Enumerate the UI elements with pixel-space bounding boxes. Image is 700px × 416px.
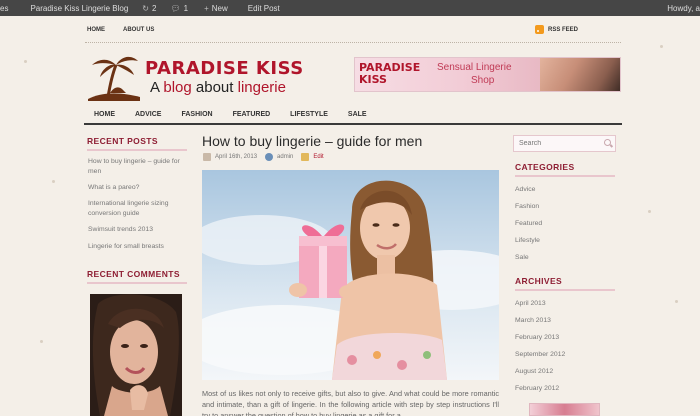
main-nav-home[interactable]: HOME: [94, 111, 115, 118]
recent-posts-list: How to buy lingerie – guide for men What…: [88, 157, 188, 252]
site-logo[interactable]: PARADISE KISS A blog about lingerie: [86, 53, 304, 101]
main-nav-sale[interactable]: SALE: [348, 111, 367, 118]
woman-portrait-image: [90, 294, 182, 416]
comment-author-photo[interactable]: [90, 294, 182, 416]
calendar-icon: [203, 153, 211, 161]
main-nav-featured[interactable]: FEATURED: [233, 111, 271, 118]
paper-speck: [40, 340, 43, 343]
rss-feed-link[interactable]: RSS FEED: [535, 25, 578, 34]
banner-shop: Shop: [471, 75, 495, 86]
paper-speck: [675, 300, 678, 303]
comment-bubble-icon: 💬︎: [170, 3, 181, 13]
admin-bar-howdy[interactable]: Howdy, a: [661, 0, 700, 16]
paper-speck: [648, 210, 651, 213]
top-nav: HOME ABOUT US: [87, 27, 154, 33]
admin-bar-comments[interactable]: 💬︎ 1: [162, 0, 194, 16]
banner-brand-line: KISS: [359, 73, 387, 86]
main-nav: HOME ADVICE FASHION FEATURED LIFESTYLE S…: [94, 111, 367, 118]
category-link[interactable]: Sale: [515, 249, 615, 266]
category-link[interactable]: Fashion: [515, 198, 615, 215]
recent-post-link[interactable]: Lingerie for small breasts: [88, 242, 188, 252]
banner-tagline-word: Lingerie: [475, 62, 512, 73]
post-edit-link[interactable]: Edit: [313, 154, 323, 160]
admin-bar-label: Edit Post: [247, 3, 280, 13]
category-link[interactable]: Featured: [515, 215, 615, 232]
archive-link[interactable]: February 2012: [515, 380, 615, 397]
top-nav-home[interactable]: HOME: [87, 27, 105, 33]
logo-tagline-word: A: [150, 79, 160, 96]
author-icon: [265, 153, 274, 161]
logo-title: PARADISE KISS: [145, 58, 304, 79]
logo-tagline-word: about: [195, 79, 234, 96]
admin-bar-label: New: [211, 3, 228, 13]
logo-tagline-word: lingerie: [237, 79, 286, 96]
paper-speck: [660, 45, 663, 48]
header-banner-ad[interactable]: PARADISE KISS Sensual Lingerie Shop: [354, 57, 621, 92]
rss-icon: [535, 25, 544, 34]
recent-posts-heading: RECENT POSTS: [87, 136, 187, 151]
category-link[interactable]: Lifestyle: [515, 232, 615, 249]
header-divider: [85, 42, 621, 43]
plus-icon: +: [204, 3, 209, 13]
top-nav-about-us[interactable]: ABOUT US: [123, 27, 154, 33]
archive-link[interactable]: February 2013: [515, 329, 615, 346]
recent-post-link[interactable]: International lingerie sizing conversion…: [88, 199, 188, 219]
recent-post-link[interactable]: How to buy lingerie – guide for men: [88, 157, 188, 177]
refresh-icon: ↻: [142, 3, 149, 13]
admin-bar-label: 1: [183, 3, 189, 13]
banner-tagline: Sensual Lingerie: [437, 62, 512, 74]
post-author[interactable]: admin: [277, 154, 293, 160]
sidebar-ad[interactable]: [529, 403, 600, 416]
main-nav-rule: [84, 123, 622, 125]
admin-bar-label: 2: [152, 3, 157, 13]
search-input[interactable]: [513, 135, 616, 152]
main-nav-fashion[interactable]: FASHION: [181, 111, 212, 118]
logo-tagline-word: blog: [163, 79, 192, 96]
banner-brand: PARADISE KISS: [359, 62, 420, 86]
pencil-icon: [301, 153, 310, 161]
banner-tagline-word: Sensual: [437, 62, 474, 73]
recent-comments-heading: RECENT COMMENTS: [87, 269, 187, 284]
archive-link[interactable]: April 2013: [515, 295, 615, 312]
archives-list: April 2013 March 2013 February 2013 Sept…: [515, 295, 615, 397]
post-excerpt: Most of us likes not only to receive gif…: [202, 389, 499, 416]
post-meta: April 16th, 2013 admin Edit: [203, 153, 324, 161]
search-icon[interactable]: [604, 139, 611, 146]
main-nav-advice[interactable]: ADVICE: [135, 111, 161, 118]
categories-list: Advice Fashion Featured Lifestyle Sale: [515, 181, 615, 266]
archive-link[interactable]: September 2012: [515, 346, 615, 363]
main-nav-lifestyle[interactable]: LIFESTYLE: [290, 111, 328, 118]
admin-bar-new[interactable]: + New: [194, 0, 234, 16]
paper-speck: [52, 180, 55, 183]
recent-post-link[interactable]: What is a pareo?: [88, 183, 188, 193]
rss-feed-label: RSS FEED: [548, 26, 579, 33]
post-featured-image[interactable]: [202, 170, 499, 380]
paper-speck: [24, 60, 27, 63]
archive-link[interactable]: August 2012: [515, 363, 615, 380]
archive-link[interactable]: March 2013: [515, 312, 615, 329]
logo-tagline: A blog about lingerie: [150, 79, 286, 96]
admin-bar-label: Howdy, a: [667, 3, 700, 13]
woman-with-gift-image: [202, 170, 499, 380]
banner-model-image: [540, 58, 620, 91]
archives-heading: ARCHIVES: [515, 276, 615, 291]
post-title[interactable]: How to buy lingerie – guide for men: [202, 133, 422, 149]
post-date: April 16th, 2013: [215, 154, 258, 160]
categories-heading: CATEGORIES: [515, 162, 615, 177]
admin-bar-site-edge[interactable]: es: [0, 0, 14, 16]
admin-bar-updates[interactable]: ↻ 2: [134, 0, 162, 16]
admin-bar: es Paradise Kiss Lingerie Blog ↻ 2 💬︎ 1 …: [0, 0, 700, 16]
palm-tree-icon: [88, 56, 140, 101]
admin-bar-label: Paradise Kiss Lingerie Blog: [30, 3, 129, 13]
admin-bar-label: es: [0, 3, 9, 13]
admin-bar-edit-post[interactable]: Edit Post: [234, 0, 286, 16]
recent-post-link[interactable]: Swimsuit trends 2013: [88, 225, 188, 235]
admin-bar-site-name[interactable]: Paradise Kiss Lingerie Blog: [14, 0, 134, 16]
category-link[interactable]: Advice: [515, 181, 615, 198]
